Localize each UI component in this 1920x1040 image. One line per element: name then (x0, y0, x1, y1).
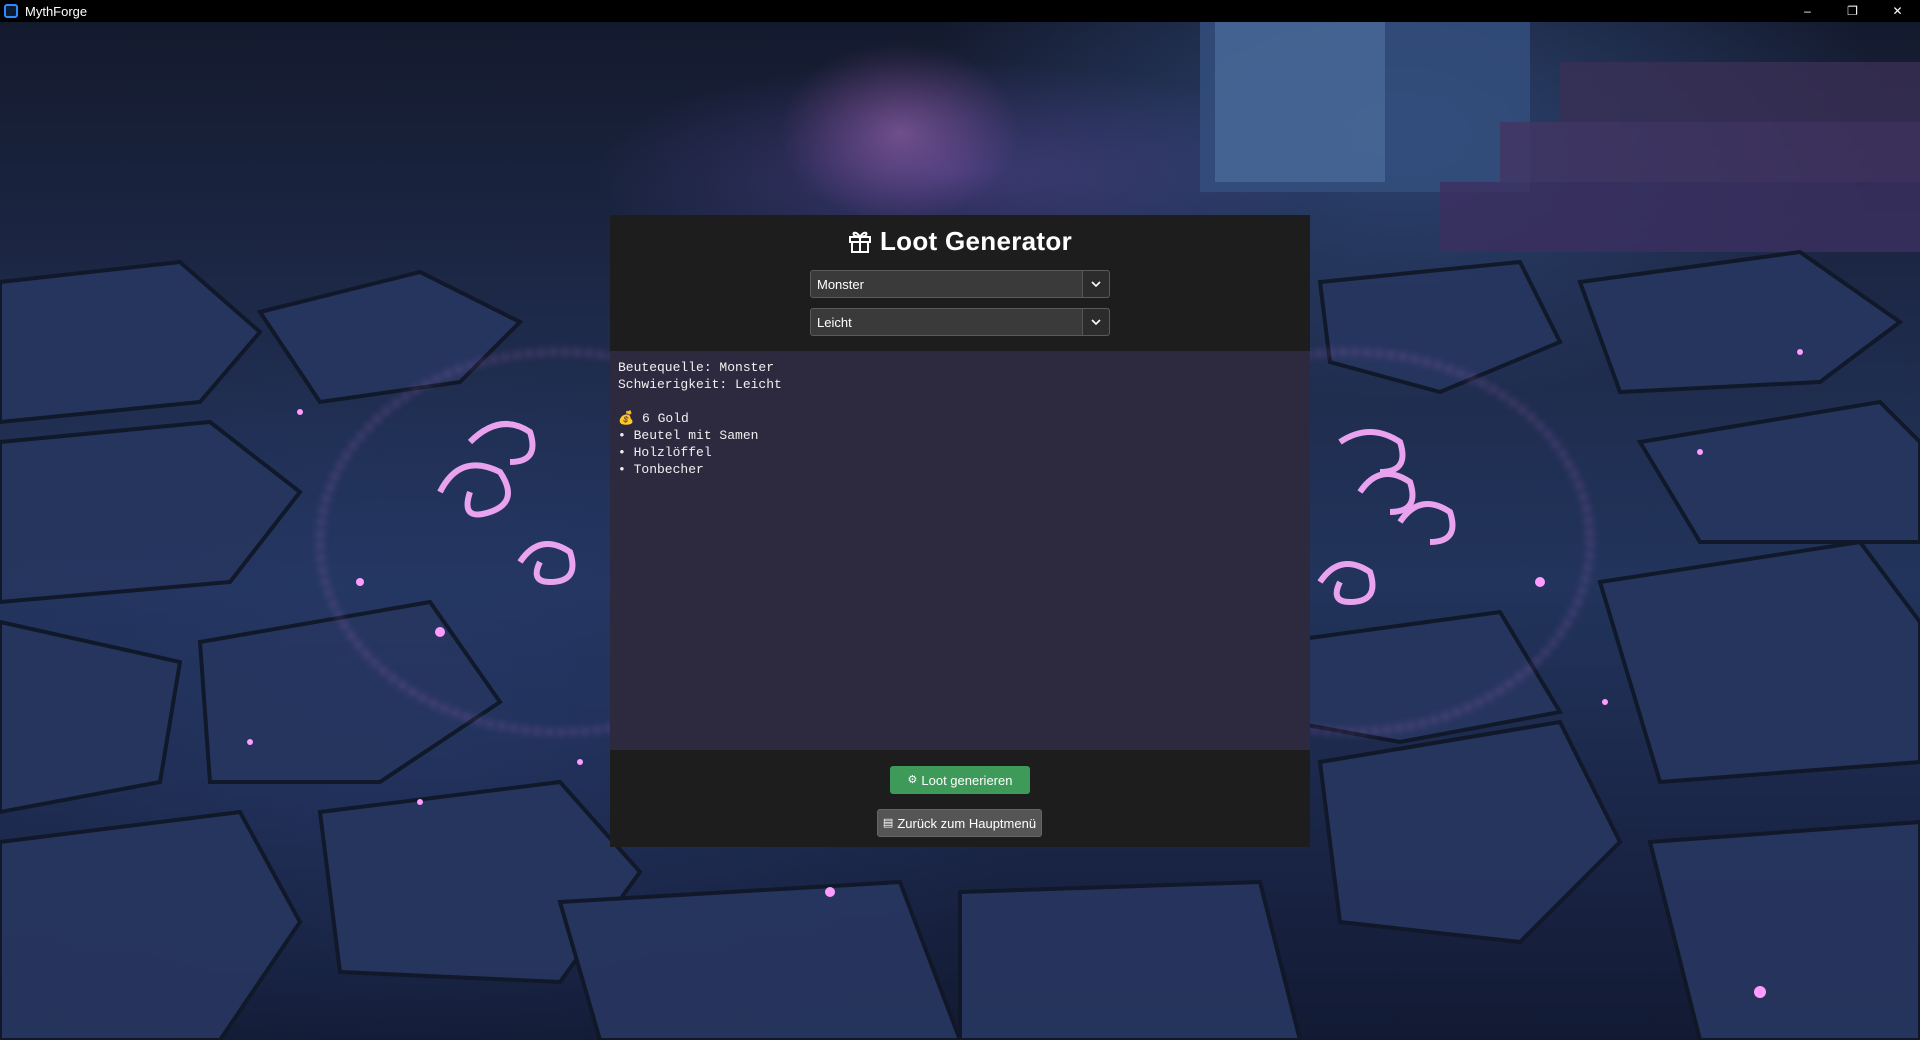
difficulty-value: Leicht (817, 314, 852, 330)
chevron-down-icon[interactable] (1082, 271, 1109, 297)
loot-source-value: Monster (817, 276, 864, 292)
back-to-main-menu-button[interactable]: ▤ Zurück zum Hauptmenü (877, 809, 1042, 837)
gear-icon: ⚙ (907, 773, 918, 786)
maximize-button[interactable]: ❐ (1830, 0, 1875, 22)
page-title: Loot Generator (880, 225, 1072, 256)
menu-icon: ▤ (882, 816, 894, 829)
window-title: MythForge (25, 3, 88, 19)
output-line: • Holzlöffel (618, 445, 712, 460)
loot-source-select[interactable]: Monster (810, 270, 1110, 298)
loot-generator-panel: Loot Generator Monster Leicht Beutequell… (610, 215, 1310, 847)
difficulty-select[interactable]: Leicht (810, 308, 1110, 336)
panel-header: Loot Generator (610, 221, 1310, 261)
loot-output-text[interactable]: Beutequelle: Monster Schwierigkeit: Leic… (610, 351, 1310, 750)
close-button[interactable]: ✕ (1875, 0, 1920, 22)
gift-icon (849, 231, 871, 253)
title-bar: MythForge – ❐ ✕ (0, 0, 1920, 22)
output-line: • Tonbecher (618, 462, 704, 477)
output-line: Schwierigkeit: Leicht (618, 377, 782, 392)
window-controls: – ❐ ✕ (1785, 0, 1920, 22)
output-line: 💰 6 Gold (618, 411, 689, 426)
generate-loot-label: Loot generieren (921, 772, 1013, 788)
output-line: • Beutel mit Samen (618, 428, 759, 443)
chevron-down-icon[interactable] (1082, 309, 1109, 335)
back-to-main-menu-label: Zurück zum Hauptmenü (897, 815, 1037, 831)
output-line: Beutequelle: Monster (618, 360, 775, 375)
generate-loot-button[interactable]: ⚙ Loot generieren (890, 766, 1030, 794)
app-icon (4, 4, 18, 18)
minimize-button[interactable]: – (1785, 0, 1830, 22)
